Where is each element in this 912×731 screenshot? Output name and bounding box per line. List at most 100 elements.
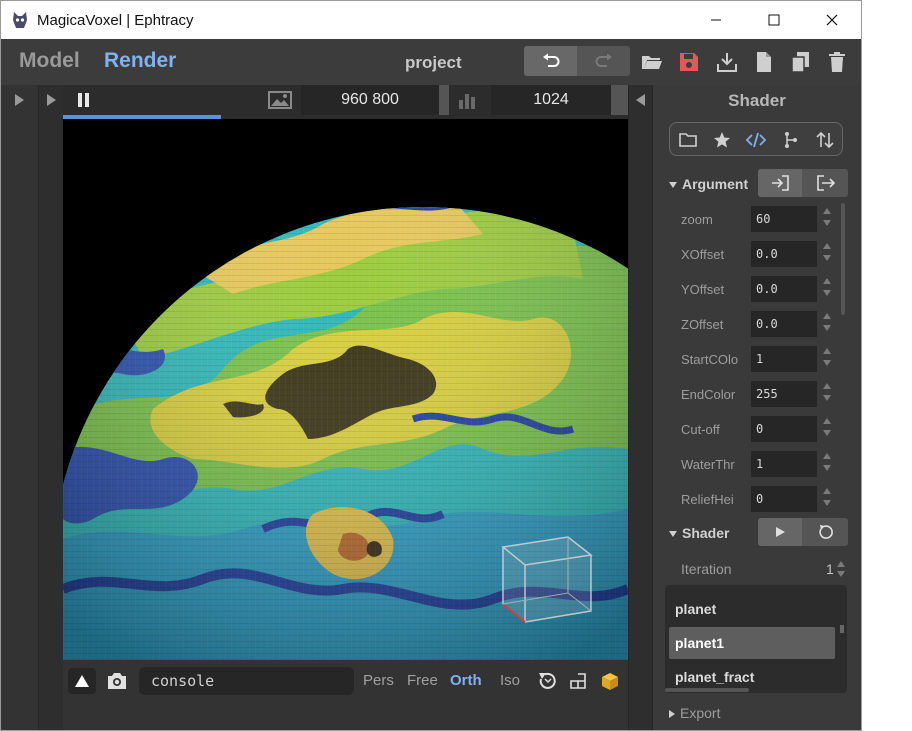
tab-model[interactable]: Model <box>19 49 80 73</box>
shader-folder-button[interactable] <box>677 129 699 151</box>
argument-spinner[interactable] <box>823 243 833 265</box>
reload-shader-button[interactable] <box>804 518 848 546</box>
code-icon <box>746 132 766 148</box>
pause-button[interactable] <box>78 93 92 112</box>
expand-left-panel-icon[interactable] <box>15 94 24 106</box>
reset-view-button[interactable] <box>535 669 559 693</box>
argument-value-input[interactable]: 1 <box>751 346 817 372</box>
argument-label: XOffset <box>681 247 725 262</box>
shader-list-scrollbar[interactable] <box>840 625 844 633</box>
undo-redo-group <box>524 46 630 76</box>
app-window: MagicaVoxel | Ephtracy Model Render proj… <box>0 0 862 731</box>
delete-icon[interactable] <box>826 51 848 73</box>
console-input[interactable]: console <box>139 667 354 695</box>
export-section-header[interactable]: Export <box>669 705 720 721</box>
export-args-button[interactable] <box>804 169 848 197</box>
argument-label: EndColor <box>681 387 736 402</box>
shader-code-button[interactable] <box>745 129 767 151</box>
argument-spinner[interactable] <box>823 278 833 300</box>
folder-icon <box>679 133 697 147</box>
import-args-button[interactable] <box>758 169 802 197</box>
copy-icon[interactable] <box>790 51 812 73</box>
argument-value-input[interactable]: 0 <box>751 486 817 512</box>
open-folder-icon[interactable] <box>641 51 663 73</box>
toolbar-separator-end <box>611 85 628 115</box>
image-icon[interactable] <box>268 90 292 110</box>
argument-row: ZOffset 0.0 <box>653 309 853 339</box>
shader-list-item-selected[interactable]: planet1 <box>669 627 835 659</box>
argument-value-input[interactable]: 0.0 <box>751 276 817 302</box>
sample-count-field[interactable]: 1024 <box>491 85 611 115</box>
frame-button[interactable] <box>566 669 590 693</box>
shader-branch-button[interactable] <box>780 129 802 151</box>
run-shader-button[interactable] <box>758 518 802 546</box>
argument-label: YOffset <box>681 282 725 297</box>
histogram-icon[interactable] <box>457 91 479 109</box>
argument-spinner[interactable] <box>823 418 833 440</box>
shader-section-label: Shader <box>682 525 730 541</box>
tab-render[interactable]: Render <box>104 49 176 73</box>
screenshot-button[interactable] <box>105 669 129 693</box>
argument-value-input[interactable]: 0.0 <box>751 241 817 267</box>
resolution-field[interactable]: 960 800 <box>301 85 439 115</box>
maximize-button[interactable] <box>745 1 803 39</box>
argument-value-input[interactable]: 60 <box>751 206 817 232</box>
refresh-icon <box>819 525 833 539</box>
minimize-icon <box>711 19 721 21</box>
frame-icon <box>570 673 586 689</box>
shader-list-hscrollbar[interactable] <box>665 688 749 692</box>
argument-value-input[interactable]: 0.0 <box>751 311 817 337</box>
argument-value-input[interactable]: 255 <box>751 381 817 407</box>
orientation-cube[interactable] <box>501 536 593 623</box>
argument-value-input[interactable]: 0 <box>751 416 817 442</box>
mode-iso[interactable]: Iso <box>500 672 520 689</box>
left-secondary-strip <box>38 85 63 730</box>
toggle-panel-button[interactable] <box>68 668 96 694</box>
panel-title: Shader <box>728 91 786 110</box>
iteration-spinner[interactable] <box>837 561 847 579</box>
menu-bar: Model Render project <box>1 39 861 85</box>
redo-button[interactable] <box>577 46 630 76</box>
argument-row: StartCOlo 1 <box>653 344 853 374</box>
argument-spinner[interactable] <box>823 313 833 335</box>
download-icon[interactable] <box>716 51 738 73</box>
minimize-button[interactable] <box>687 1 745 39</box>
argument-section-label: Argument <box>682 176 749 192</box>
shader-list-item[interactable]: planet <box>669 593 835 625</box>
branch-icon <box>785 132 797 148</box>
box-view-button[interactable] <box>598 669 622 693</box>
shader-section-header[interactable]: Shader <box>669 525 729 541</box>
viewport-bottom-bar: console Pers Free Orth Iso <box>63 660 628 702</box>
iteration-value[interactable]: 1 <box>826 561 834 577</box>
argument-scrollbar[interactable] <box>841 203 845 315</box>
argument-section-header[interactable]: Argument <box>669 176 748 192</box>
undo-button[interactable] <box>524 46 577 76</box>
redo-icon <box>595 53 612 67</box>
mode-orth[interactable]: Orth <box>450 672 482 689</box>
shader-favorite-button[interactable] <box>711 129 733 151</box>
shader-sort-button[interactable] <box>814 129 836 151</box>
close-button[interactable] <box>803 1 861 39</box>
argument-row: YOffset 0.0 <box>653 274 853 304</box>
argument-label: ZOffset <box>681 317 724 332</box>
rotate-icon <box>539 672 556 689</box>
argument-spinner[interactable] <box>823 383 833 405</box>
app-logo-icon <box>13 12 27 28</box>
left-collapsed-panels <box>1 85 63 730</box>
expand-secondary-panel-icon[interactable] <box>47 94 56 106</box>
argument-value-input[interactable]: 1 <box>751 451 817 477</box>
new-file-icon[interactable] <box>753 51 775 73</box>
shader-panel: Shader Argument zoom 60 XOffset 0.0 YOff… <box>653 85 861 730</box>
collapse-right-panel-icon[interactable] <box>636 94 645 106</box>
argument-spinner[interactable] <box>823 488 833 510</box>
mode-free[interactable]: Free <box>407 672 438 689</box>
save-icon[interactable] <box>678 51 700 73</box>
play-icon <box>776 527 785 537</box>
render-viewport[interactable] <box>63 119 628 660</box>
argument-spinner[interactable] <box>823 208 833 230</box>
argument-spinner[interactable] <box>823 348 833 370</box>
argument-spinner[interactable] <box>823 453 833 475</box>
mode-pers[interactable]: Pers <box>363 672 394 689</box>
argument-row: Cut-off 0 <box>653 414 853 444</box>
maximize-icon <box>768 14 780 26</box>
